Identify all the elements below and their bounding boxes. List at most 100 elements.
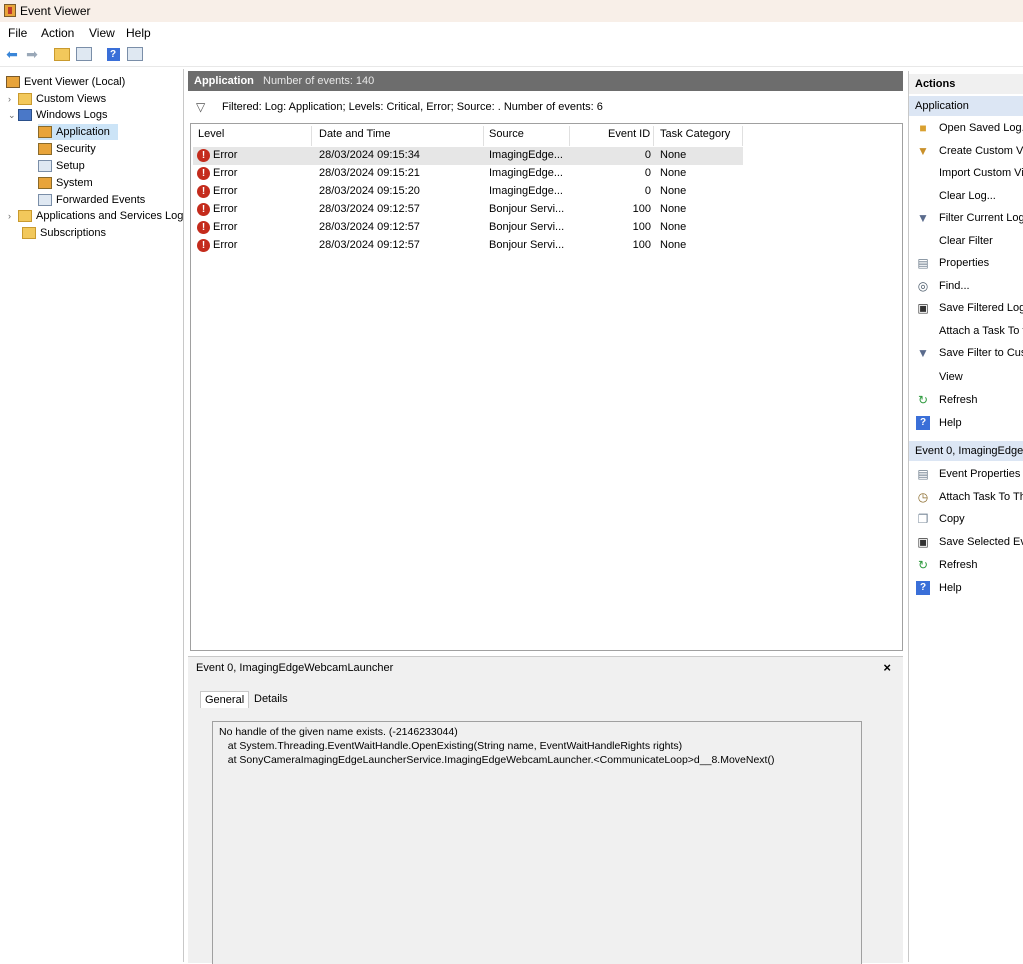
event-date: 28/03/2024 09:15:21: [319, 167, 420, 179]
back-arrow-icon[interactable]: ⬅: [4, 46, 20, 62]
menu-view[interactable]: View: [89, 26, 115, 40]
log-icon: [38, 177, 52, 190]
action-open-saved-log[interactable]: ■ Open Saved Log...: [909, 118, 1023, 138]
chevron-right-icon[interactable]: ›: [8, 91, 18, 107]
actions-section-event[interactable]: Event 0, ImagingEdgeWebcamLauncher: [909, 441, 1023, 461]
menu-bar: File Action View Help: [0, 22, 1023, 42]
action-help[interactable]: ? Help: [909, 413, 1023, 433]
event-row[interactable]: ! Error 28/03/2024 09:12:57 Bonjour Serv…: [193, 237, 743, 255]
event-id: 0: [644, 167, 651, 179]
show-hide-action-pane-icon[interactable]: [127, 46, 143, 62]
log-icon: [38, 126, 52, 139]
tree-item-application[interactable]: Application: [38, 124, 118, 140]
help-icon[interactable]: ?: [105, 46, 121, 62]
action-clear-filter[interactable]: Clear Filter: [909, 231, 1023, 251]
column-header-level[interactable]: Level: [198, 128, 224, 140]
column-header-event-id[interactable]: Event ID: [608, 128, 650, 140]
chevron-down-icon[interactable]: ⌄: [8, 107, 18, 123]
show-hide-tree-icon[interactable]: [76, 46, 92, 62]
action-refresh[interactable]: ↻ Refresh: [909, 390, 1023, 410]
tab-general[interactable]: General: [200, 691, 250, 708]
filter-icon: ▼: [917, 144, 929, 158]
menu-help[interactable]: Help: [126, 26, 151, 40]
properties-icon: ▤: [917, 256, 929, 270]
folder-up-icon[interactable]: [54, 46, 70, 62]
help-icon: ?: [916, 416, 930, 430]
column-divider[interactable]: [742, 126, 743, 146]
event-source: ImagingEdge...: [489, 149, 563, 161]
event-list: Level Date and Time Source Event ID Task…: [190, 123, 903, 651]
event-task-category: None: [660, 185, 687, 197]
tree-item-forwarded-events[interactable]: Forwarded Events: [38, 192, 145, 208]
event-row[interactable]: ! Error 28/03/2024 09:15:34 ImagingEdge.…: [193, 147, 743, 165]
error-icon: !: [197, 185, 210, 198]
forward-arrow-icon[interactable]: ➡: [24, 46, 40, 62]
filter-bar: ▽ Filtered: Log: Application; Levels: Cr…: [188, 96, 903, 118]
refresh-icon: ↻: [917, 558, 929, 572]
action-find[interactable]: ◎ Find...: [909, 276, 1023, 296]
find-icon: ◎: [917, 279, 929, 293]
column-divider[interactable]: [569, 126, 570, 146]
action-properties[interactable]: ▤ Properties: [909, 253, 1023, 273]
log-icon: [38, 143, 52, 156]
event-task-category: None: [660, 221, 687, 233]
error-icon: !: [197, 221, 210, 234]
log-icon: [38, 194, 52, 207]
error-icon: !: [197, 167, 210, 180]
tree-item-windows-logs[interactable]: ⌄ Windows Logs: [8, 107, 108, 123]
tree-item-applications-and-services[interactable]: › Applications and Services Log: [8, 208, 183, 224]
tab-details[interactable]: Details: [250, 691, 292, 707]
tree-item-subscriptions[interactable]: Subscriptions: [22, 225, 106, 241]
event-id: 100: [632, 221, 651, 233]
event-level: Error: [213, 149, 238, 161]
action-view[interactable]: View: [909, 367, 1023, 387]
action-attach-task-to-log[interactable]: Attach a Task To this Log...: [909, 321, 1023, 341]
title-bar: Event Viewer: [0, 0, 1023, 22]
window-title: Event Viewer: [20, 4, 91, 18]
close-icon[interactable]: ×: [883, 660, 891, 675]
event-task-category: None: [660, 167, 687, 179]
action-save-filter-to-custom-view[interactable]: ▼ Save Filter to Custom View...: [909, 343, 1023, 363]
event-id: 100: [632, 239, 651, 251]
event-row[interactable]: ! Error 28/03/2024 09:12:57 Bonjour Serv…: [193, 219, 743, 237]
column-header-source[interactable]: Source: [489, 128, 524, 140]
refresh-icon: ↻: [917, 393, 929, 407]
chevron-right-icon[interactable]: ›: [8, 208, 18, 224]
tree-item-event-viewer-local[interactable]: Event Viewer (Local): [6, 74, 125, 90]
column-header-task-category[interactable]: Task Category: [660, 128, 730, 140]
action-save-filtered-log[interactable]: ▣ Save Filtered Log File As...: [909, 298, 1023, 318]
event-row[interactable]: ! Error 28/03/2024 09:15:21 ImagingEdge.…: [193, 165, 743, 183]
action-attach-task-to-event[interactable]: ◷ Attach Task To This Event...: [909, 487, 1023, 507]
event-id: 0: [644, 149, 651, 161]
folder-icon: [18, 210, 32, 223]
action-refresh[interactable]: ↻ Refresh: [909, 555, 1023, 575]
action-copy[interactable]: ❐ Copy: [909, 509, 1023, 529]
action-event-properties[interactable]: ▤ Event Properties: [909, 464, 1023, 484]
action-filter-current-log[interactable]: ▼ Filter Current Log...: [909, 208, 1023, 228]
action-import-custom-view[interactable]: Import Custom View...: [909, 163, 1023, 183]
event-row[interactable]: ! Error 28/03/2024 09:15:20 ImagingEdge.…: [193, 183, 743, 201]
actions-section-application[interactable]: Application: [909, 96, 1023, 116]
action-clear-log[interactable]: Clear Log...: [909, 186, 1023, 206]
event-level: Error: [213, 203, 238, 215]
event-task-category: None: [660, 203, 687, 215]
column-header-date-and-time[interactable]: Date and Time: [319, 128, 391, 140]
column-divider[interactable]: [483, 126, 484, 146]
log-header-count: Number of events: 140: [263, 75, 375, 87]
event-source: Bonjour Servi...: [489, 221, 565, 233]
filter-save-icon: ▼: [917, 346, 929, 360]
tree-item-system[interactable]: System: [38, 175, 93, 191]
menu-action[interactable]: Action: [41, 26, 74, 40]
column-divider[interactable]: [311, 126, 312, 146]
column-divider[interactable]: [653, 126, 654, 146]
menu-file[interactable]: File: [8, 26, 27, 40]
error-icon: !: [197, 239, 210, 252]
tree-item-security[interactable]: Security: [38, 141, 96, 157]
event-row[interactable]: ! Error 28/03/2024 09:12:57 Bonjour Serv…: [193, 201, 743, 219]
tree-item-setup[interactable]: Setup: [38, 158, 85, 174]
action-help[interactable]: ? Help: [909, 578, 1023, 598]
tree-item-custom-views[interactable]: › Custom Views: [8, 91, 106, 107]
action-create-custom-view[interactable]: ▼ Create Custom View...: [909, 141, 1023, 161]
folder-icon: ■: [919, 121, 927, 135]
action-save-selected-events[interactable]: ▣ Save Selected Events...: [909, 532, 1023, 552]
